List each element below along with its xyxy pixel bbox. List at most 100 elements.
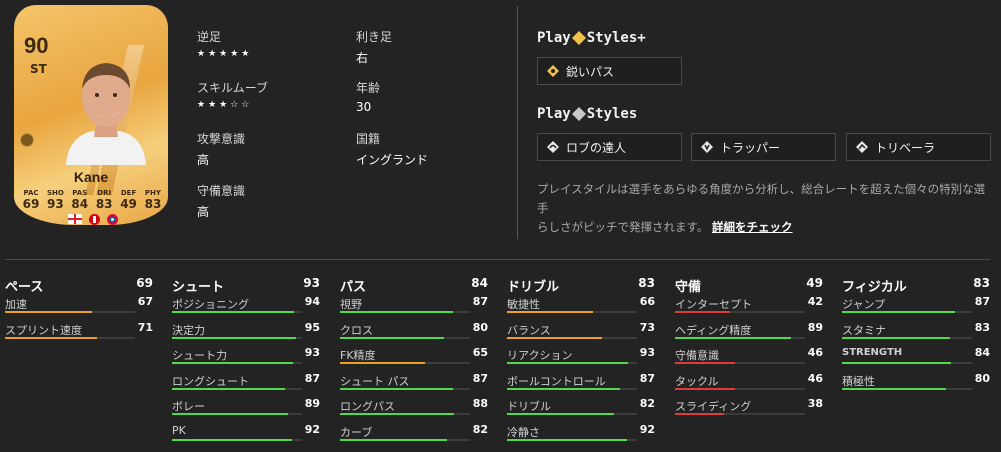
stat-name: ロングパス (340, 400, 395, 413)
stat-bar-fill (675, 387, 735, 390)
stat-row: ジャンプ 87 (842, 294, 990, 320)
card-stat: DEF 49 (118, 189, 140, 211)
stat-value: 88 (472, 397, 488, 410)
stat-bar-fill (340, 336, 444, 339)
player-card: 90 ST Kane PAC 69 SHO 93 PAS 84 DRI 83 DEF 49… (14, 5, 168, 225)
stat-row: 決定力 95 (172, 320, 320, 346)
age-value: 30 (356, 100, 372, 114)
card-stat: SHO 93 (44, 189, 66, 211)
stat-value: 42 (807, 295, 823, 308)
stat-bar-track (675, 413, 805, 415)
stat-bar-fill (842, 311, 956, 313)
playstyle-item[interactable]: ロブの達人 (537, 133, 682, 161)
stat-row: スライディング 38 (675, 396, 823, 422)
card-stat-value: 84 (71, 197, 89, 211)
stat-row: 加速 67 (5, 294, 153, 320)
card-stat: PAS 84 (69, 189, 91, 211)
stat-bar-track (842, 362, 972, 364)
stat-category-value: 83 (638, 276, 655, 290)
defensive-work-rate-label: 守備意識 (197, 184, 246, 198)
weak-foot-label: 逆足 (197, 30, 222, 44)
stat-name: 冷静さ (507, 425, 540, 439)
stat-bar-track (675, 387, 805, 390)
stat-row: ドリブル 82 (507, 396, 655, 422)
stat-bar-fill (172, 362, 293, 364)
stat-row: ポジショニング 94 (172, 294, 320, 320)
stat-value: 46 (807, 346, 823, 359)
card-player-name: Kane (73, 169, 109, 185)
trivela-icon (856, 141, 868, 153)
stat-name: 視野 (340, 298, 362, 311)
stat-bar-fill (340, 387, 454, 390)
stat-bar-fill (507, 362, 628, 364)
stat-bar-fill (842, 336, 950, 339)
playstyles-title-pre: Play (537, 106, 571, 122)
stat-row: インターセプト 42 (675, 294, 823, 320)
playstyle-item[interactable]: トラッパー (691, 133, 836, 161)
stat-name: スプリント速度 (5, 323, 82, 337)
stat-category-column: ドリブル 83 敏捷性 66 バランス 73 リアクション 93 ボールコントロール 87 ドリブル… (507, 276, 655, 447)
stat-row: バランス 73 (507, 320, 655, 346)
stat-name: スタミナ (842, 323, 886, 337)
stat-category-header: ペース 69 (5, 276, 153, 295)
card-stat: DRI 83 (93, 189, 115, 211)
stat-bar-track (675, 336, 805, 339)
card-stat-value: 83 (95, 197, 113, 211)
stat-category-column: ペース 69 加速 67 スプリント速度 71 (5, 276, 153, 345)
stat-bar-track (675, 362, 805, 364)
stat-row: スプリント速度 71 (5, 320, 153, 346)
stat-category-column: パス 84 視野 87 クロス 80 FK精度 65 シュート パス 87 ロングパス 88 カーブ 82 (340, 276, 488, 447)
stat-bar-fill (172, 413, 288, 415)
stat-bar-track (172, 438, 302, 441)
card-stat-label: PAC (23, 189, 39, 197)
playstyles-plus-title-pre: Play (537, 30, 571, 46)
stat-name: ドリブル (507, 400, 551, 413)
card-stat-value: 83 (144, 197, 162, 211)
stat-bar-track (675, 311, 805, 313)
learn-more-link[interactable]: 詳細をチェック (712, 220, 793, 234)
preferred-foot-label: 利き足 (356, 30, 393, 44)
playstyles-description: プレイスタイルは選手をあらゆる角度から分析し、総合レートを超えた個々の特別な選手… (537, 180, 987, 237)
stat-name: バランス (507, 323, 551, 337)
stat-category-header: フィジカル 83 (842, 276, 990, 295)
stat-name: クロス (340, 323, 373, 337)
stat-name: STRENGTH (842, 347, 903, 358)
stat-category-column: シュート 93 ポジショニング 94 決定力 95 シュート力 93 ロングシュート 87 ボレー 8… (172, 276, 320, 447)
stat-value: 87 (304, 371, 320, 385)
stat-name: リアクション (507, 349, 573, 362)
first-touch-icon (701, 141, 713, 153)
playstyles-title-post: Styles (586, 106, 638, 122)
stat-bar-fill (172, 311, 295, 313)
playstyles-title: Play Styles (537, 106, 637, 122)
weak-foot-stars: ★★★★★ (197, 49, 253, 59)
skill-moves-label: スキルムーブ (197, 81, 269, 95)
stat-row: FK精度 65 (340, 345, 488, 371)
stat-row: スタミナ 83 (842, 320, 990, 346)
stat-row: 守備意識 46 (675, 345, 823, 371)
stat-value: 73 (639, 320, 655, 334)
attacking-work-rate-value: 高 (197, 153, 210, 167)
stat-bar-track (507, 387, 637, 390)
stat-category-value: 84 (471, 276, 488, 290)
stat-value: 87 (472, 371, 488, 385)
stat-bar-track (507, 362, 637, 364)
preferred-foot-value: 右 (356, 51, 369, 65)
playstyle-item[interactable]: トリベーラ (846, 133, 991, 161)
stat-bar-fill (507, 311, 593, 313)
stat-category-name: ドリブル (507, 280, 560, 295)
stat-row: ロングシュート 87 (172, 371, 320, 397)
stat-name: 決定力 (172, 323, 205, 337)
stat-bar-track (5, 336, 135, 339)
stat-name: 守備意識 (675, 349, 719, 362)
stat-bar-track (842, 336, 972, 339)
stat-bar-fill (172, 387, 286, 390)
stat-value: 87 (639, 371, 655, 385)
player-portrait (66, 63, 146, 165)
playstyle-plus-item[interactable]: 鋭いパス (537, 57, 682, 85)
stat-name: ロングシュート (172, 374, 249, 388)
stat-bar-track (340, 362, 470, 364)
stat-category-name: シュート (172, 280, 225, 295)
stat-name: 積極性 (842, 374, 875, 388)
stat-bar-fill (675, 413, 725, 415)
stat-name: PK (172, 423, 186, 437)
